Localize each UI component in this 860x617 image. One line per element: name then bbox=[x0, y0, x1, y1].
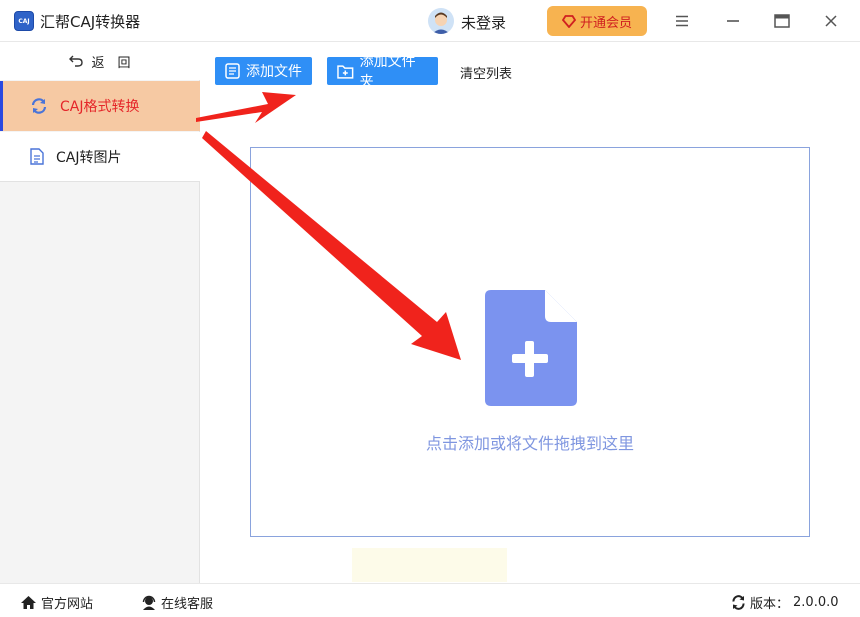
version-info: 版本： 2.0.0.0 bbox=[731, 593, 839, 612]
menu-button[interactable] bbox=[671, 10, 693, 32]
sidebar-item-label: CAJ转图片 bbox=[56, 149, 122, 166]
close-button[interactable] bbox=[820, 10, 842, 32]
vip-label: 开通会员 bbox=[579, 15, 632, 31]
user-avatar[interactable] bbox=[428, 8, 454, 34]
home-icon bbox=[21, 596, 36, 609]
minimize-button[interactable] bbox=[722, 10, 744, 32]
maximize-icon bbox=[774, 14, 790, 28]
sidebar-item-caj-to-image[interactable]: CAJ转图片 bbox=[0, 132, 200, 182]
undo-arrow-icon bbox=[69, 55, 84, 67]
add-file-icon bbox=[485, 290, 577, 406]
drop-hint-text: 点击添加或将文件拖拽到这里 bbox=[425, 434, 634, 453]
hamburger-icon bbox=[676, 15, 688, 27]
website-label: 官方网站 bbox=[41, 597, 94, 612]
website-link[interactable]: 官方网站 bbox=[20, 593, 93, 612]
diamond-heart-icon bbox=[561, 15, 576, 28]
sidebar-item-caj-convert[interactable]: CAJ格式转换 bbox=[0, 81, 200, 131]
refresh-icon bbox=[31, 98, 47, 114]
title-bar: CAJ 汇帮CAJ转换器 未登录 开通会员 bbox=[0, 0, 860, 42]
file-drop-zone[interactable]: 点击添加或将文件拖拽到这里 bbox=[250, 147, 810, 537]
app-logo-text: CAJ bbox=[18, 17, 30, 25]
headset-icon bbox=[142, 595, 156, 610]
close-icon bbox=[825, 15, 837, 27]
sidebar-item-label: CAJ格式转换 bbox=[60, 99, 140, 115]
document-icon bbox=[30, 148, 44, 165]
add-file-label: 添加文件 bbox=[246, 64, 302, 80]
back-button[interactable]: 返 回 bbox=[0, 42, 200, 80]
maximize-button[interactable] bbox=[771, 10, 793, 32]
version-label: 版本： bbox=[750, 597, 790, 612]
app-title: 汇帮CAJ转换器 bbox=[40, 13, 141, 31]
sidebar: 返 回 CAJ格式转换 CAJ转图片 bbox=[0, 42, 200, 583]
login-status[interactable]: 未登录 bbox=[461, 12, 506, 33]
arrow-to-toolbar bbox=[196, 92, 296, 123]
vip-button[interactable]: 开通会员 bbox=[547, 6, 647, 36]
support-link[interactable]: 在线客服 bbox=[141, 593, 213, 612]
faint-overlay bbox=[352, 548, 507, 582]
app-logo: CAJ bbox=[14, 11, 34, 31]
version-number: 2.0.0.0 bbox=[793, 595, 839, 610]
minimize-icon bbox=[727, 20, 739, 22]
refresh-icon bbox=[732, 595, 745, 610]
folder-plus-icon bbox=[337, 64, 354, 79]
add-folder-button[interactable]: 添加文件夹 bbox=[327, 54, 438, 90]
back-label: 返 回 bbox=[91, 55, 131, 71]
clear-list-button[interactable]: 清空列表 bbox=[460, 63, 512, 82]
status-bar: 官方网站 在线客服 版本： 2.0.0.0 bbox=[0, 583, 860, 617]
add-folder-label: 添加文件夹 bbox=[359, 54, 416, 90]
file-list-icon bbox=[225, 63, 240, 79]
support-label: 在线客服 bbox=[161, 597, 214, 612]
add-file-button[interactable]: 添加文件 bbox=[215, 57, 312, 85]
